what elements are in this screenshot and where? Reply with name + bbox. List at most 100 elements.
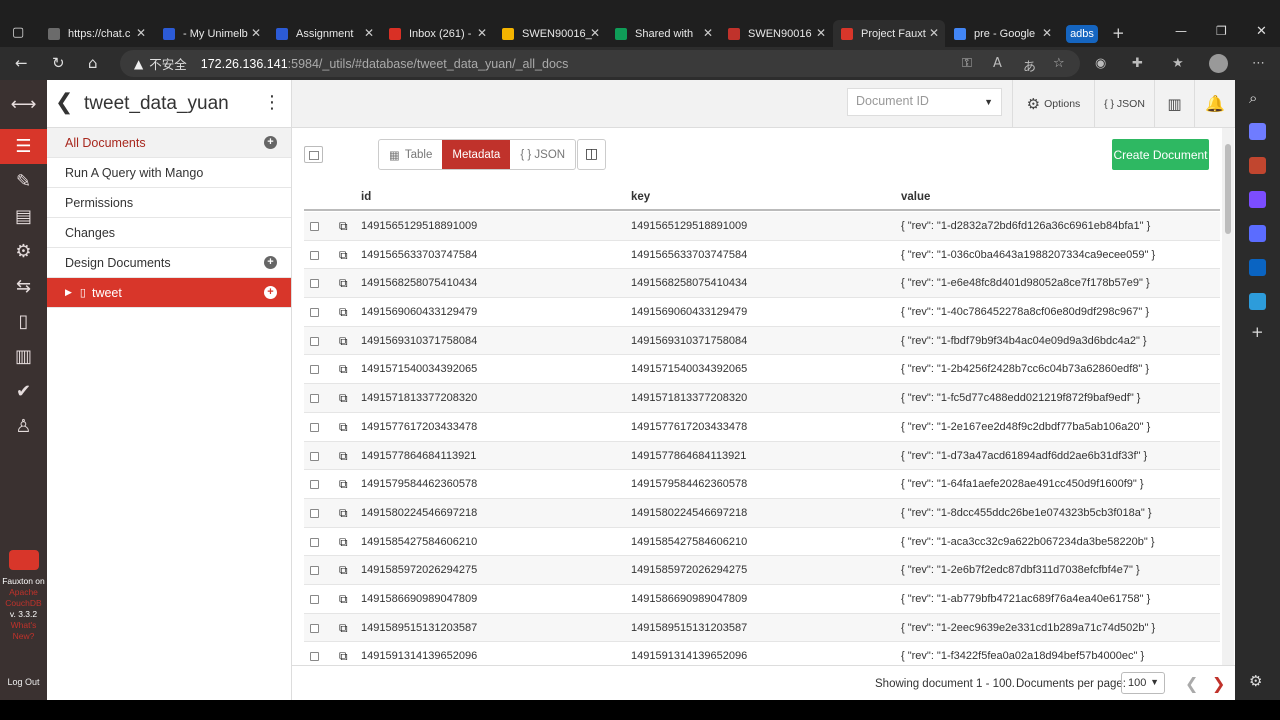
reload-icon[interactable]: ↻ xyxy=(52,54,65,72)
row-checkbox[interactable] xyxy=(310,652,319,662)
row-checkbox[interactable] xyxy=(310,394,319,404)
add-icon[interactable]: + xyxy=(264,256,277,269)
copy-icon[interactable]: ⧉ xyxy=(339,535,348,550)
copilot-side-icon[interactable] xyxy=(1249,225,1266,242)
cell-id[interactable]: 1491577864684113921 xyxy=(361,450,476,462)
scrollbar-thumb[interactable] xyxy=(1225,144,1231,234)
copy-icon[interactable]: ⧉ xyxy=(339,305,348,320)
logout-link[interactable]: Log Out xyxy=(0,677,47,687)
row-checkbox[interactable] xyxy=(310,250,319,260)
browser-tab[interactable]: Inbox (261) - ✕ xyxy=(381,20,493,47)
cell-id[interactable]: 1491569060433129479 xyxy=(361,306,477,318)
games-icon[interactable] xyxy=(1249,191,1266,208)
close-tab-icon[interactable]: ✕ xyxy=(703,26,713,40)
row-checkbox[interactable] xyxy=(310,422,319,432)
copy-icon[interactable]: ⧉ xyxy=(339,420,348,435)
copy-icon[interactable]: ⧉ xyxy=(339,391,348,406)
select-all-checkbox[interactable] xyxy=(304,146,323,163)
table-row[interactable]: ⧉ 1491565633703747584 1491565633703747584 {… xyxy=(304,241,1220,270)
url-field[interactable]: ▲ 不安全 172.26.136.141:5984/_utils/#databa… xyxy=(120,50,1080,77)
row-checkbox[interactable] xyxy=(310,336,319,346)
close-tab-icon[interactable]: ✕ xyxy=(1042,26,1052,40)
table-row[interactable]: ⧉ 1491571540034392065 1491571540034392065 {… xyxy=(304,355,1220,385)
profile-badge[interactable]: adbs xyxy=(1066,25,1098,43)
cell-id[interactable]: 1491569310371758084 xyxy=(361,335,477,347)
cell-id[interactable]: 1491589515131203587 xyxy=(361,622,477,634)
copy-icon[interactable]: ⧉ xyxy=(339,506,348,521)
cell-id[interactable]: 1491565633703747584 xyxy=(361,249,477,261)
verify-icon[interactable]: ✔ xyxy=(0,374,47,409)
add-icon[interactable]: + xyxy=(264,286,277,299)
sidebar-item-mango-query[interactable]: Run A Query with Mango xyxy=(47,158,291,188)
outlook-icon[interactable] xyxy=(1249,259,1266,276)
row-checkbox[interactable] xyxy=(310,451,319,461)
table-row[interactable]: ⧉ 1491577864684113921 1491577864684113921 {… xyxy=(304,441,1220,471)
create-document-button[interactable]: Create Document xyxy=(1112,139,1209,170)
copy-icon[interactable]: ⧉ xyxy=(339,563,348,578)
cell-id[interactable]: 1491585427584606210 xyxy=(361,536,477,548)
table-row[interactable]: ⧉ 1491569060433129479 1491569060433129479 {… xyxy=(304,298,1220,327)
home-icon[interactable]: ⌂ xyxy=(88,54,98,72)
row-checkbox[interactable] xyxy=(310,308,319,318)
close-window-icon[interactable]: ✕ xyxy=(1256,24,1267,39)
browser-tab[interactable]: Project Fauxt ✕ xyxy=(833,20,945,47)
new-tab-icon[interactable]: + xyxy=(1112,24,1125,42)
close-tab-icon[interactable]: ✕ xyxy=(477,26,487,40)
close-tab-icon[interactable]: ✕ xyxy=(929,26,939,40)
close-tab-icon[interactable]: ✕ xyxy=(136,26,146,40)
table-row[interactable]: ⧉ 1491579584462360578 1491579584462360578 {… xyxy=(304,470,1220,499)
api-json-button[interactable]: { } JSON xyxy=(1094,80,1154,127)
sidebar-item-changes[interactable]: Changes xyxy=(47,218,291,248)
table-row[interactable]: ⧉ 1491571813377208320 1491571813377208320 {… xyxy=(304,384,1220,413)
row-checkbox[interactable] xyxy=(310,279,319,289)
add-panel-icon[interactable]: + xyxy=(1251,323,1264,341)
cell-id[interactable]: 1491579584462360578 xyxy=(361,478,477,490)
search-icon[interactable]: ⌕ xyxy=(1249,89,1257,107)
table-row[interactable]: ⧉ 1491568258075410434 1491568258075410434 {… xyxy=(304,269,1220,299)
minimize-icon[interactable]: — xyxy=(1175,24,1187,38)
setup-icon[interactable]: ✎ xyxy=(0,164,47,199)
row-checkbox[interactable] xyxy=(310,623,319,633)
sidebar-item-permissions[interactable]: Permissions xyxy=(47,188,291,218)
table-view-button[interactable]: ▦ Table xyxy=(379,140,442,169)
row-checkbox[interactable] xyxy=(310,594,319,604)
key-icon[interactable]: ⚿ xyxy=(962,56,972,71)
browser-tab[interactable]: SWEN90016_ ✕ xyxy=(494,20,606,47)
row-checkbox[interactable] xyxy=(310,222,319,231)
toggle-nav-icon[interactable]: ⟷ xyxy=(0,87,47,122)
more-icon[interactable]: ⋯ xyxy=(1252,56,1265,71)
copy-icon[interactable]: ⧉ xyxy=(339,477,348,492)
row-checkbox[interactable] xyxy=(310,365,319,375)
send-icon[interactable] xyxy=(1249,293,1266,310)
docs-icon[interactable]: ▥ xyxy=(0,339,47,374)
databases-icon[interactable]: ☰ xyxy=(0,129,47,164)
table-row[interactable]: ⧉ 1491585427584606210 1491585427584606210 {… xyxy=(304,528,1220,557)
copy-icon[interactable]: ⧉ xyxy=(339,592,348,607)
cell-id[interactable]: 1491571540034392065 xyxy=(361,363,477,375)
tab-actions-icon[interactable]: ▢ xyxy=(12,25,24,40)
active-tasks-icon[interactable]: ▤ xyxy=(0,199,47,234)
close-tab-icon[interactable]: ✕ xyxy=(364,26,374,40)
replication-icon[interactable]: ⇆ xyxy=(0,269,47,304)
previous-page-icon[interactable]: ❮ xyxy=(1185,674,1198,693)
copy-icon[interactable]: ⧉ xyxy=(339,362,348,377)
copy-icon[interactable]: ⧉ xyxy=(339,219,348,234)
read-aloud-icon[interactable]: A xyxy=(993,56,1002,71)
config-icon[interactable]: ⚙ xyxy=(0,234,47,269)
copy-icon[interactable]: ⧉ xyxy=(339,248,348,263)
close-tab-icon[interactable]: ✕ xyxy=(251,26,261,40)
cell-id[interactable]: 1491591314139652096 xyxy=(361,650,477,662)
back-icon[interactable]: ← xyxy=(15,54,28,72)
cell-id[interactable]: 1491565129518891009 xyxy=(361,220,477,232)
copy-icon[interactable]: ⧉ xyxy=(339,276,348,291)
copilot-icon[interactable]: ◉ xyxy=(1095,56,1106,71)
user-icon[interactable]: ♙ xyxy=(0,409,47,444)
back-icon[interactable]: ❮ xyxy=(55,90,73,115)
copy-icon[interactable]: ⧉ xyxy=(339,334,348,349)
table-row[interactable]: ⧉ 1491577617203433478 1491577617203433478 {… xyxy=(304,413,1220,442)
browser-tab[interactable]: SWEN90016 ✕ xyxy=(720,20,832,47)
apache-couchdb-link[interactable]: Apache CouchDB xyxy=(0,587,47,609)
toolbox-icon[interactable] xyxy=(1249,157,1266,174)
next-page-icon[interactable]: ❯ xyxy=(1212,674,1225,693)
table-row[interactable]: ⧉ 1491580224546697218 1491580224546697218 {… xyxy=(304,498,1220,528)
